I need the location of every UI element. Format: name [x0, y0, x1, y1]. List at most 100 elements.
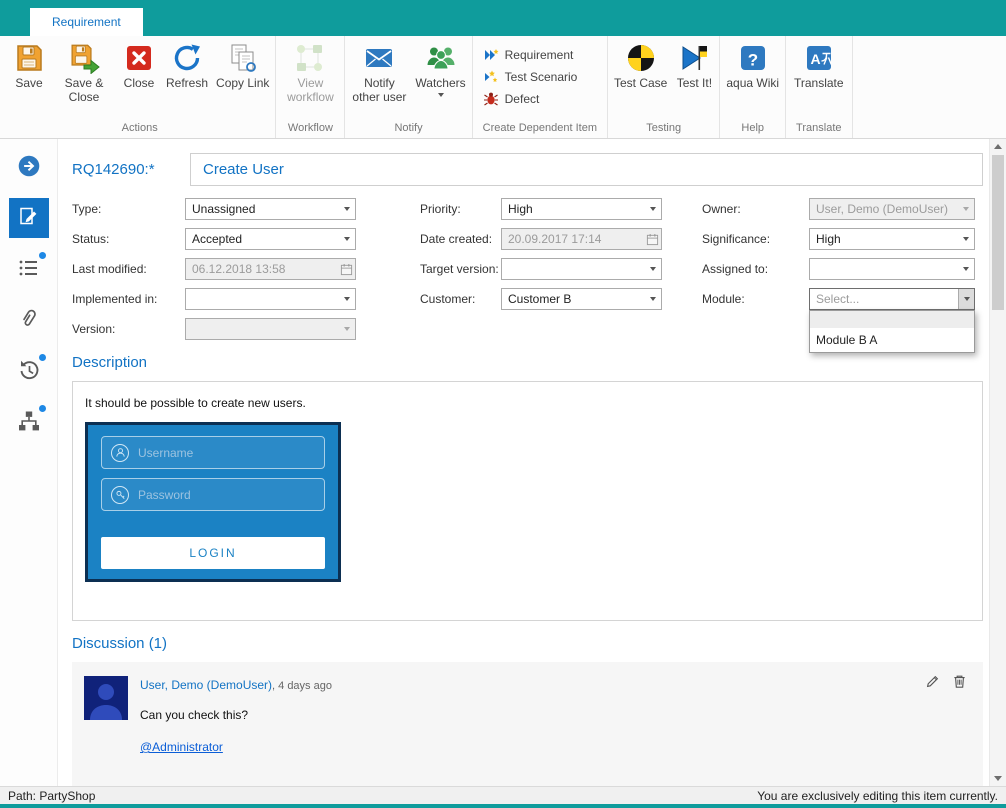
create-test-scenario-button[interactable]: Test Scenario — [483, 66, 578, 88]
chevron-down-icon — [645, 289, 661, 309]
chevron-down-icon — [958, 229, 974, 249]
chevron-down-icon — [958, 289, 974, 309]
svg-text:A: A — [810, 51, 820, 67]
customer-label: Customer: — [356, 292, 501, 306]
title-input[interactable] — [190, 153, 983, 186]
tab-label: Requirement — [52, 15, 121, 29]
assigned-to-label: Assigned to: — [662, 262, 809, 276]
sidebar-item-details-list[interactable] — [9, 249, 49, 289]
module-option-empty[interactable] — [810, 311, 974, 328]
target-version-dropdown[interactable] — [501, 258, 662, 280]
save-button[interactable]: Save — [6, 38, 52, 93]
view-workflow-button[interactable]: View workflow — [278, 38, 342, 107]
chevron-down-icon — [645, 259, 661, 279]
priority-dropdown[interactable]: High — [501, 198, 662, 220]
triangle-down-icon — [994, 776, 1002, 781]
ribbon-group-label-workflow: Workflow — [278, 119, 342, 138]
aqua-wiki-button[interactable]: ? aqua Wiki — [722, 38, 783, 93]
chevron-down-icon — [339, 289, 355, 309]
login-screenshot-image: Username Password LOGIN — [85, 422, 341, 582]
version-dropdown — [185, 318, 356, 340]
collapse-arrow-icon — [16, 153, 42, 182]
module-dropdown-popup: Module B A — [809, 310, 975, 353]
close-label: Close — [124, 77, 155, 91]
vertical-scrollbar — [989, 139, 1006, 786]
module-option[interactable]: Module B A — [810, 328, 974, 352]
ribbon-group-notify: Notify other user Watchers Notify — [345, 36, 472, 138]
close-x-icon — [123, 42, 155, 74]
chevron-down-icon — [339, 199, 355, 219]
create-requirement-button[interactable]: Requirement — [483, 44, 574, 66]
ribbon-group-help: ? aqua Wiki Help — [720, 36, 786, 138]
sidebar-item-traceability[interactable] — [9, 402, 49, 442]
description-editor[interactable]: It should be possible to create new user… — [72, 381, 983, 621]
notify-other-user-button[interactable]: Notify other user — [347, 38, 411, 107]
top-title-bar: Requirement — [0, 0, 1006, 36]
tab-requirement[interactable]: Requirement — [30, 8, 143, 36]
customer-dropdown[interactable]: Customer B — [501, 288, 662, 310]
view-workflow-label: View workflow — [282, 77, 338, 105]
edit-icon — [17, 205, 41, 232]
save-close-icon — [68, 42, 100, 74]
scrollbar-down-button[interactable] — [990, 771, 1006, 786]
image-login-button: LOGIN — [101, 537, 325, 569]
test-scenario-icon — [483, 69, 499, 85]
type-dropdown[interactable]: Unassigned — [185, 198, 356, 220]
copy-link-label: Copy Link — [216, 77, 269, 91]
translate-button[interactable]: A Translate — [790, 38, 848, 93]
discussion-panel: User, Demo (DemoUser), 4 days ago Can yo… — [72, 662, 983, 786]
ribbon-group-label-help: Help — [722, 119, 783, 138]
owner-dropdown: User, Demo (DemoUser) — [809, 198, 975, 220]
sidebar-item-history[interactable] — [9, 351, 49, 391]
close-button[interactable]: Close — [116, 38, 162, 93]
comment-mention-link[interactable]: @Administrator — [140, 740, 223, 754]
left-icon-sidebar — [0, 139, 58, 786]
copy-link-button[interactable]: Copy Link — [212, 38, 273, 93]
watchers-label: Watchers — [415, 77, 465, 91]
key-icon — [111, 486, 129, 504]
comment-text: Can you check this? — [140, 708, 332, 722]
chevron-down-icon — [645, 199, 661, 219]
properties-form: Type: Unassigned Priority: High Owner: U… — [72, 198, 983, 340]
last-modified-label: Last modified: — [72, 262, 185, 276]
test-case-label: Test Case — [614, 77, 667, 91]
calendar-icon — [337, 259, 355, 279]
create-defect-button[interactable]: Defect — [483, 88, 540, 110]
scrollbar-thumb[interactable] — [992, 155, 1004, 310]
create-requirement-label: Requirement — [505, 48, 574, 62]
item-id-label: RQ142690:* — [72, 161, 184, 178]
list-icon — [17, 256, 41, 283]
scrollbar-up-button[interactable] — [990, 139, 1006, 154]
sidebar-item-attachments[interactable] — [9, 300, 49, 340]
watchers-button[interactable]: Watchers — [411, 38, 469, 99]
module-dropdown[interactable]: Select... Module B A — [809, 288, 975, 310]
test-case-button[interactable]: Test Case — [610, 38, 671, 93]
save-and-close-button[interactable]: Save & Close — [52, 38, 116, 107]
ribbon-group-workflow: View workflow Workflow — [276, 36, 345, 138]
sidebar-collapse-button[interactable] — [9, 147, 49, 187]
implemented-in-dropdown[interactable] — [185, 288, 356, 310]
ribbon-group-label-testing: Testing — [610, 119, 717, 138]
assigned-to-dropdown[interactable] — [809, 258, 975, 280]
refresh-button[interactable]: Refresh — [162, 38, 212, 93]
comment-author[interactable]: User, Demo (DemoUser) — [140, 678, 272, 692]
status-dropdown[interactable]: Accepted — [185, 228, 356, 250]
owner-label: Owner: — [662, 202, 809, 216]
app-window: Requirement Save Save & Close — [0, 0, 1006, 808]
refresh-icon — [171, 42, 203, 74]
translate-icon: A — [803, 42, 835, 74]
sidebar-item-edit[interactable] — [9, 198, 49, 238]
target-version-label: Target version: — [356, 262, 501, 276]
envelope-icon — [363, 42, 395, 74]
ribbon-group-create-dependent-item: Requirement Test Scenario Defect Create … — [473, 36, 608, 138]
watchers-icon — [425, 42, 457, 74]
aqua-wiki-label: aqua Wiki — [726, 77, 779, 91]
save-and-close-label: Save & Close — [56, 77, 112, 105]
comment-timestamp: , 4 days ago — [272, 680, 332, 692]
significance-dropdown[interactable]: High — [809, 228, 975, 250]
trash-icon[interactable] — [952, 674, 967, 689]
comment-item: User, Demo (DemoUser), 4 days ago Can yo… — [84, 676, 971, 754]
test-it-button[interactable]: Test It! — [671, 38, 717, 93]
ribbon-group-translate: A Translate Translate — [786, 36, 852, 138]
pencil-icon[interactable] — [925, 674, 940, 689]
